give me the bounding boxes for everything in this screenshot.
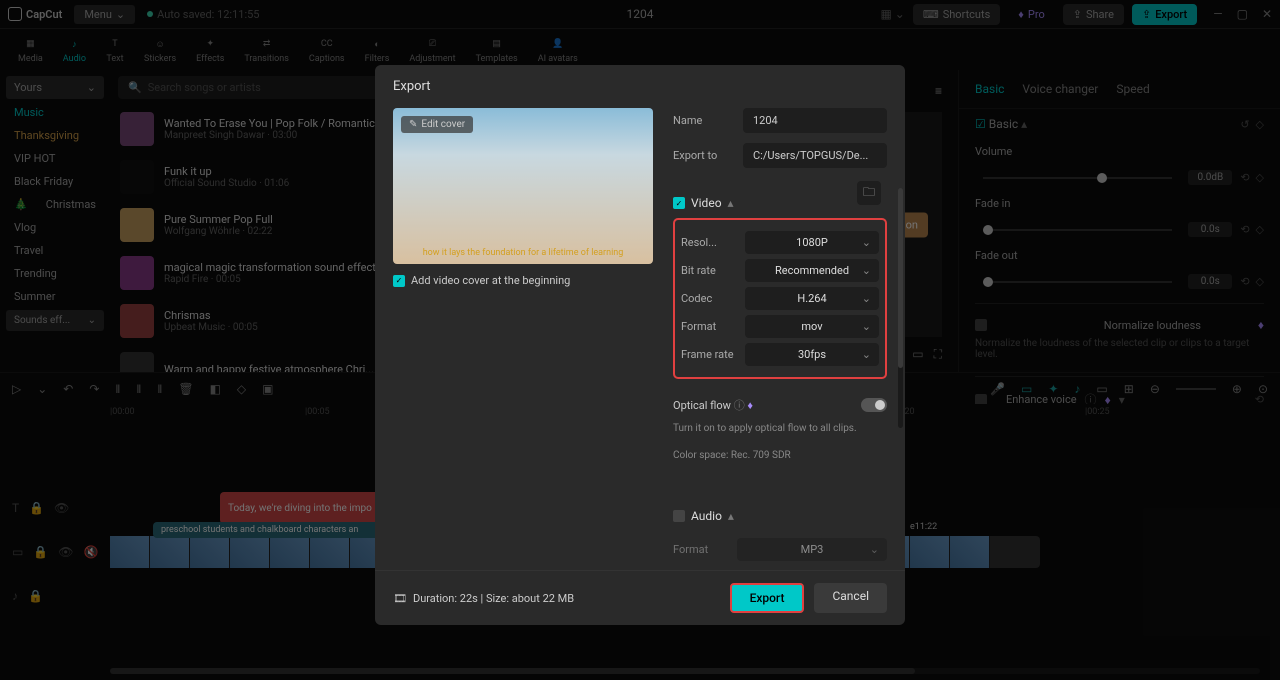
name-label: Name [673, 114, 733, 127]
codec-label: Codec [681, 292, 745, 305]
name-input[interactable]: 1204 [743, 108, 887, 133]
optical-flow-toggle[interactable] [861, 398, 887, 412]
export-confirm-button[interactable]: Export [730, 583, 805, 613]
audio-format-select[interactable]: MP3 [737, 538, 887, 561]
cover-preview: ✎Edit cover how it lays the foundation f… [393, 108, 653, 264]
film-icon: 🎞 [393, 592, 407, 605]
cover-caption: how it lays the foundation for a lifetim… [393, 248, 653, 258]
optical-flow-label: Optical flow [673, 399, 731, 412]
exportto-label: Export to [673, 149, 733, 162]
collapse-up-icon[interactable]: ▴ [728, 509, 734, 523]
duration-text: Duration: 22s | Size: about 22 MB [413, 592, 574, 605]
gem-icon: ♦ [747, 399, 753, 412]
path-input[interactable]: C:/Users/TOPGUS/De... [743, 143, 887, 168]
color-space-info: Color space: Rec. 709 SDR [673, 450, 887, 461]
bitrate-select[interactable]: Recommended [745, 259, 879, 282]
browse-folder-button[interactable]: 🗀 [857, 181, 881, 205]
cancel-button[interactable]: Cancel [814, 583, 887, 613]
bitrate-label: Bit rate [681, 264, 745, 277]
collapse-up-icon[interactable]: ▴ [728, 196, 734, 210]
dialog-title: Export [375, 65, 905, 108]
format-label: Format [681, 320, 745, 333]
modal-overlay: Export ✎Edit cover how it lays the found… [0, 0, 1280, 680]
framerate-select[interactable]: 30fps [745, 343, 879, 366]
highlighted-settings: Resol...1080P Bit rateRecommended CodecH… [673, 218, 887, 379]
resolution-label: Resol... [681, 236, 745, 249]
add-cover-label: Add video cover at the beginning [411, 274, 570, 287]
audio-format-label: Format [673, 543, 737, 556]
folder-icon: 🗀 [863, 183, 875, 204]
codec-select[interactable]: H.264 [745, 287, 879, 310]
video-section-label: Video [691, 196, 722, 210]
unchecked-icon[interactable] [673, 510, 685, 522]
dialog-scrollbar[interactable] [898, 188, 903, 428]
edit-cover-button[interactable]: ✎Edit cover [401, 116, 473, 133]
resolution-select[interactable]: 1080P [745, 231, 879, 254]
checked-icon[interactable]: ✓ [393, 275, 405, 287]
audio-section-label: Audio [691, 509, 722, 523]
checked-icon[interactable]: ✓ [673, 197, 685, 209]
format-select[interactable]: mov [745, 315, 879, 338]
framerate-label: Frame rate [681, 348, 745, 361]
info-icon[interactable]: ⓘ [734, 399, 745, 412]
export-dialog: Export ✎Edit cover how it lays the found… [375, 65, 905, 625]
optical-flow-hint: Turn it on to apply optical flow to all … [673, 423, 887, 434]
pencil-icon: ✎ [409, 119, 417, 130]
